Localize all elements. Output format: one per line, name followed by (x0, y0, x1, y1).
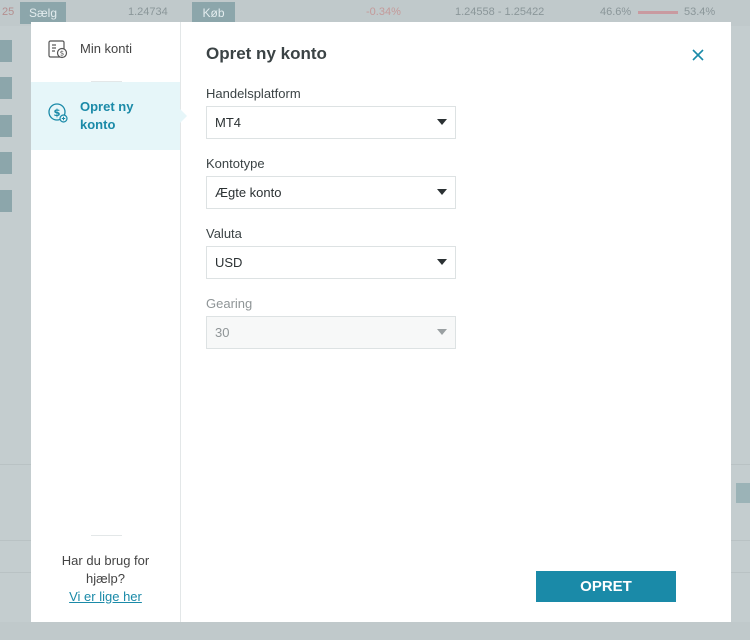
leverage-value: 30 (215, 325, 230, 340)
row-bar (0, 152, 12, 174)
row-bar (0, 40, 12, 62)
help-link[interactable]: Vi er lige her (31, 588, 180, 606)
svg-text:$: $ (54, 108, 61, 119)
buy-button: Køb (192, 2, 235, 24)
chevron-down-icon (437, 329, 447, 335)
account-type-label: Kontotype (206, 156, 265, 171)
sidebar-divider (91, 535, 122, 536)
background-left-column: 39 54 19 45 75 (0, 26, 31, 640)
price-change: -0.34% (366, 6, 401, 18)
sentiment-bar (638, 11, 678, 14)
ticker-left-value: 25 (2, 6, 15, 18)
sidebar-item-create-account[interactable]: $ Opret ny konto (31, 82, 187, 150)
background-side-tab (736, 483, 750, 503)
platform-select[interactable]: MT4 (206, 106, 456, 139)
row-bar (0, 190, 12, 212)
price-range: 1.24558 - 1.25422 (455, 6, 545, 18)
modal-sidebar: $ Min konti $ Opret ny konto Har du brug… (31, 22, 187, 622)
account-list-icon: $ (47, 38, 69, 60)
leverage-label: Gearing (206, 296, 253, 311)
account-type-value: Ægte konto (215, 185, 282, 200)
sentiment-right: 53.4% (684, 6, 716, 18)
row-bar (0, 77, 12, 99)
sell-button: Sælg (20, 2, 66, 24)
create-button[interactable]: OPRET (536, 571, 676, 602)
help-text: Har du brug for hjælp? (61, 553, 150, 586)
currency-value: USD (215, 255, 243, 270)
platform-label: Handelsplatform (206, 86, 301, 101)
svg-text:$: $ (60, 50, 64, 58)
background-bottom-bar (0, 622, 750, 640)
sell-price: 1.24734 (128, 6, 168, 18)
sentiment-left: 46.6% (600, 6, 632, 18)
platform-value: MT4 (215, 115, 241, 130)
chevron-down-icon (437, 189, 447, 195)
chevron-down-icon (437, 259, 447, 265)
sidebar-item-label: Min konti (80, 41, 133, 56)
help-section: Har du brug for hjælp? Vi er lige her (31, 552, 180, 606)
chevron-down-icon (437, 119, 447, 125)
sidebar-item-label: Opret ny konto (80, 99, 134, 132)
close-icon[interactable] (690, 47, 706, 63)
currency-label: Valuta (206, 226, 242, 241)
sidebar-item-my-accounts[interactable]: $ Min konti (31, 34, 180, 82)
dollar-plus-icon: $ (47, 102, 69, 124)
create-account-modal: $ Min konti $ Opret ny konto Har du brug… (31, 22, 731, 622)
leverage-select: 30 (206, 316, 456, 349)
account-type-select[interactable]: Ægte konto (206, 176, 456, 209)
modal-content: Opret ny konto Handelsplatform MT4 Konto… (206, 22, 731, 622)
page-title: Opret ny konto (206, 44, 327, 63)
row-bar (0, 115, 12, 137)
currency-select[interactable]: USD (206, 246, 456, 279)
